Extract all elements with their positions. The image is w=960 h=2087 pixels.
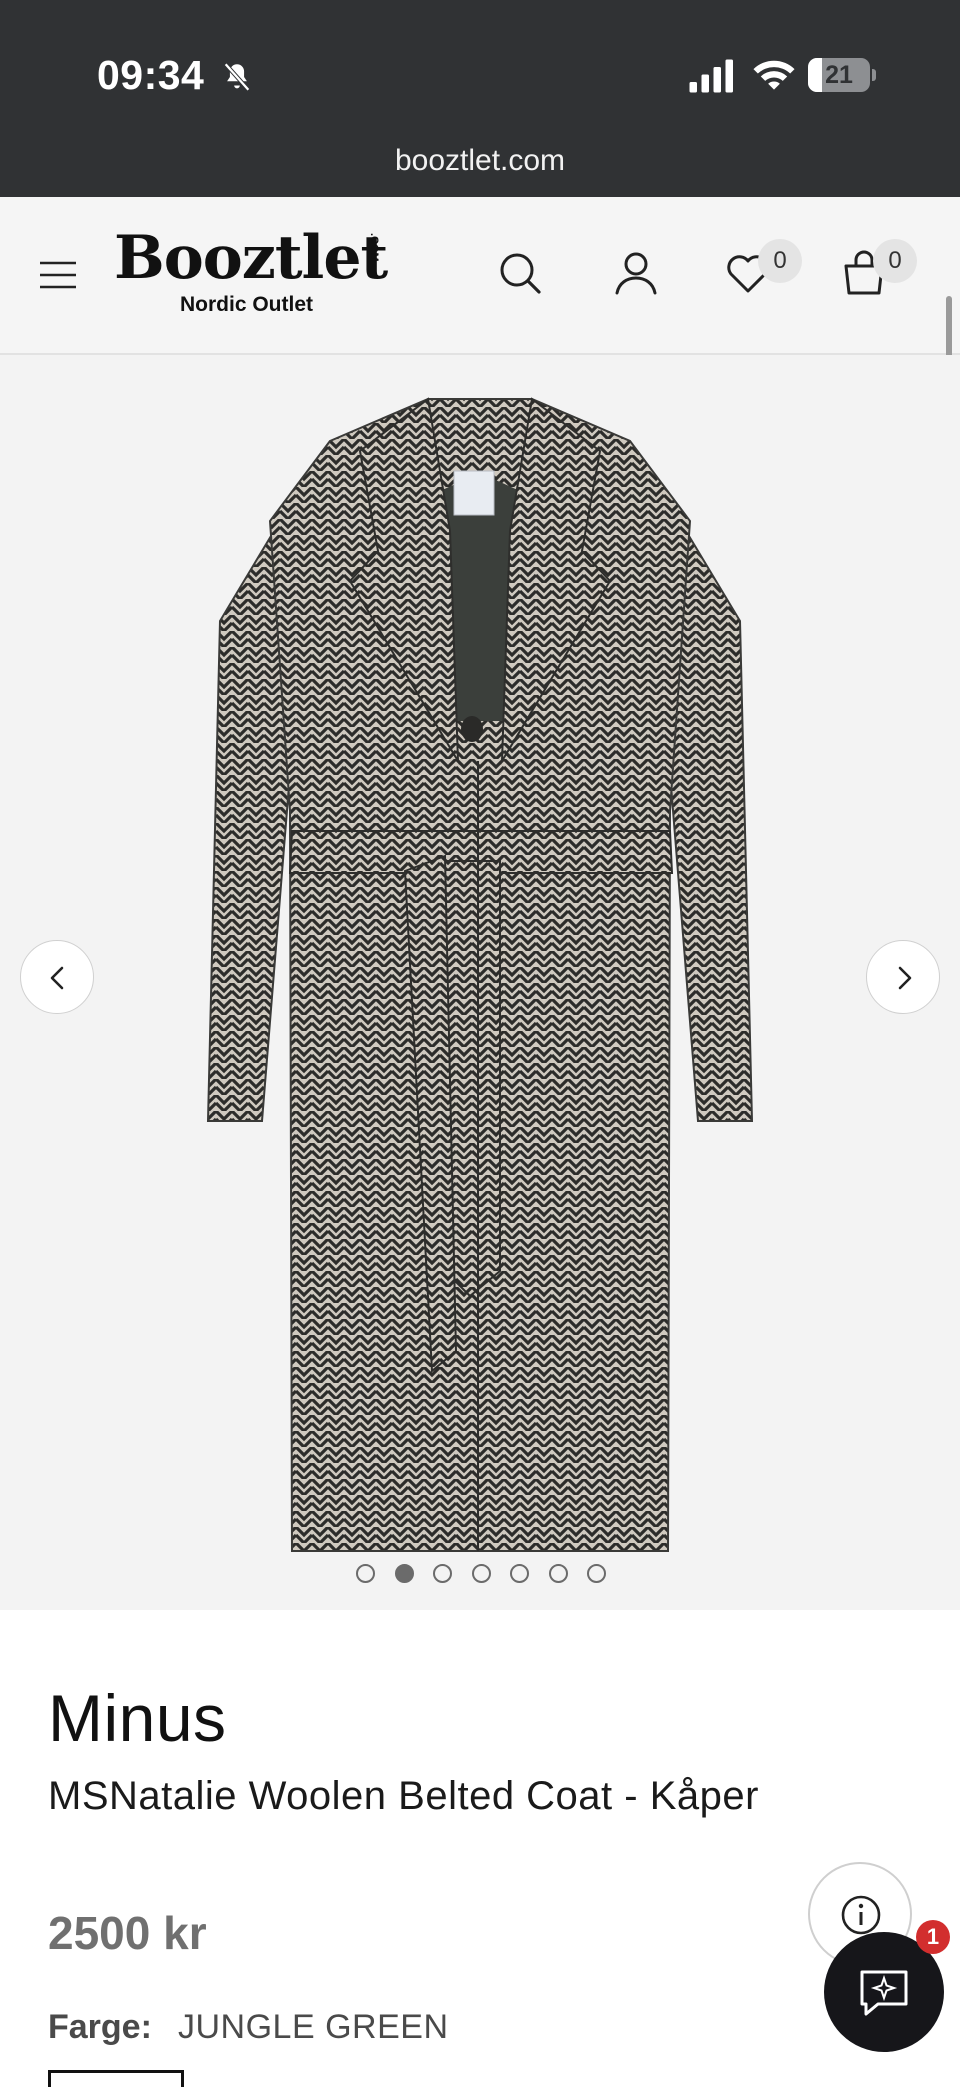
logo-subtitle: Nordic Outlet — [180, 293, 314, 316]
gallery-prev-button[interactable] — [20, 940, 94, 1014]
site-header: Booztlet .COM Nordic Outlet 0 0 — [0, 197, 960, 355]
signal-icon — [689, 59, 733, 93]
status-time: 09:34 — [97, 52, 205, 98]
gallery-dot[interactable] — [548, 1564, 568, 1583]
chat-icon — [860, 1970, 908, 2016]
chevron-right-icon — [898, 966, 912, 990]
product-image[interactable] — [200, 391, 760, 1571]
product-gallery[interactable] — [0, 355, 960, 1610]
product-brand[interactable]: Minus — [48, 1680, 227, 1756]
address-bar-url[interactable]: booztlet.com — [0, 144, 960, 178]
battery-level: 21 — [825, 61, 853, 89]
gallery-dot[interactable] — [356, 1564, 375, 1583]
color-value: JUNGLE GREEN — [178, 2008, 449, 2046]
site-logo[interactable]: Booztlet .COM Nordic Outlet — [112, 223, 412, 323]
menu-icon[interactable] — [38, 259, 78, 291]
chevron-left-icon — [50, 966, 64, 990]
product-name: MSNatalie Woolen Belted Coat - Kåper — [48, 1774, 759, 1818]
user-icon[interactable] — [610, 247, 662, 299]
color-swatch-selected[interactable] — [48, 2070, 184, 2087]
search-icon[interactable] — [494, 247, 546, 299]
logo-suffix: .COM — [368, 233, 380, 262]
gallery-dot[interactable] — [394, 1564, 414, 1583]
gallery-dot[interactable] — [471, 1564, 491, 1583]
chat-notification-badge: 1 — [916, 1920, 950, 1954]
logo-wordmark: Booztlet — [114, 223, 388, 293]
gallery-next-button[interactable] — [866, 940, 940, 1014]
wifi-icon — [753, 60, 795, 90]
product-price: 2500 kr — [48, 1907, 207, 1959]
wishlist-count-badge: 0 — [758, 239, 802, 283]
color-label: Farge: — [48, 2008, 152, 2046]
cart-count-badge: 0 — [873, 239, 917, 283]
browser-top-bar: 09:34 21 booztlet.com — [0, 0, 960, 197]
battery-icon: 21 — [808, 58, 876, 92]
bell-off-icon — [224, 62, 250, 92]
gallery-dot[interactable] — [587, 1564, 606, 1583]
gallery-dot[interactable] — [510, 1564, 529, 1583]
info-icon — [841, 1895, 881, 1935]
gallery-dot[interactable] — [433, 1564, 452, 1583]
